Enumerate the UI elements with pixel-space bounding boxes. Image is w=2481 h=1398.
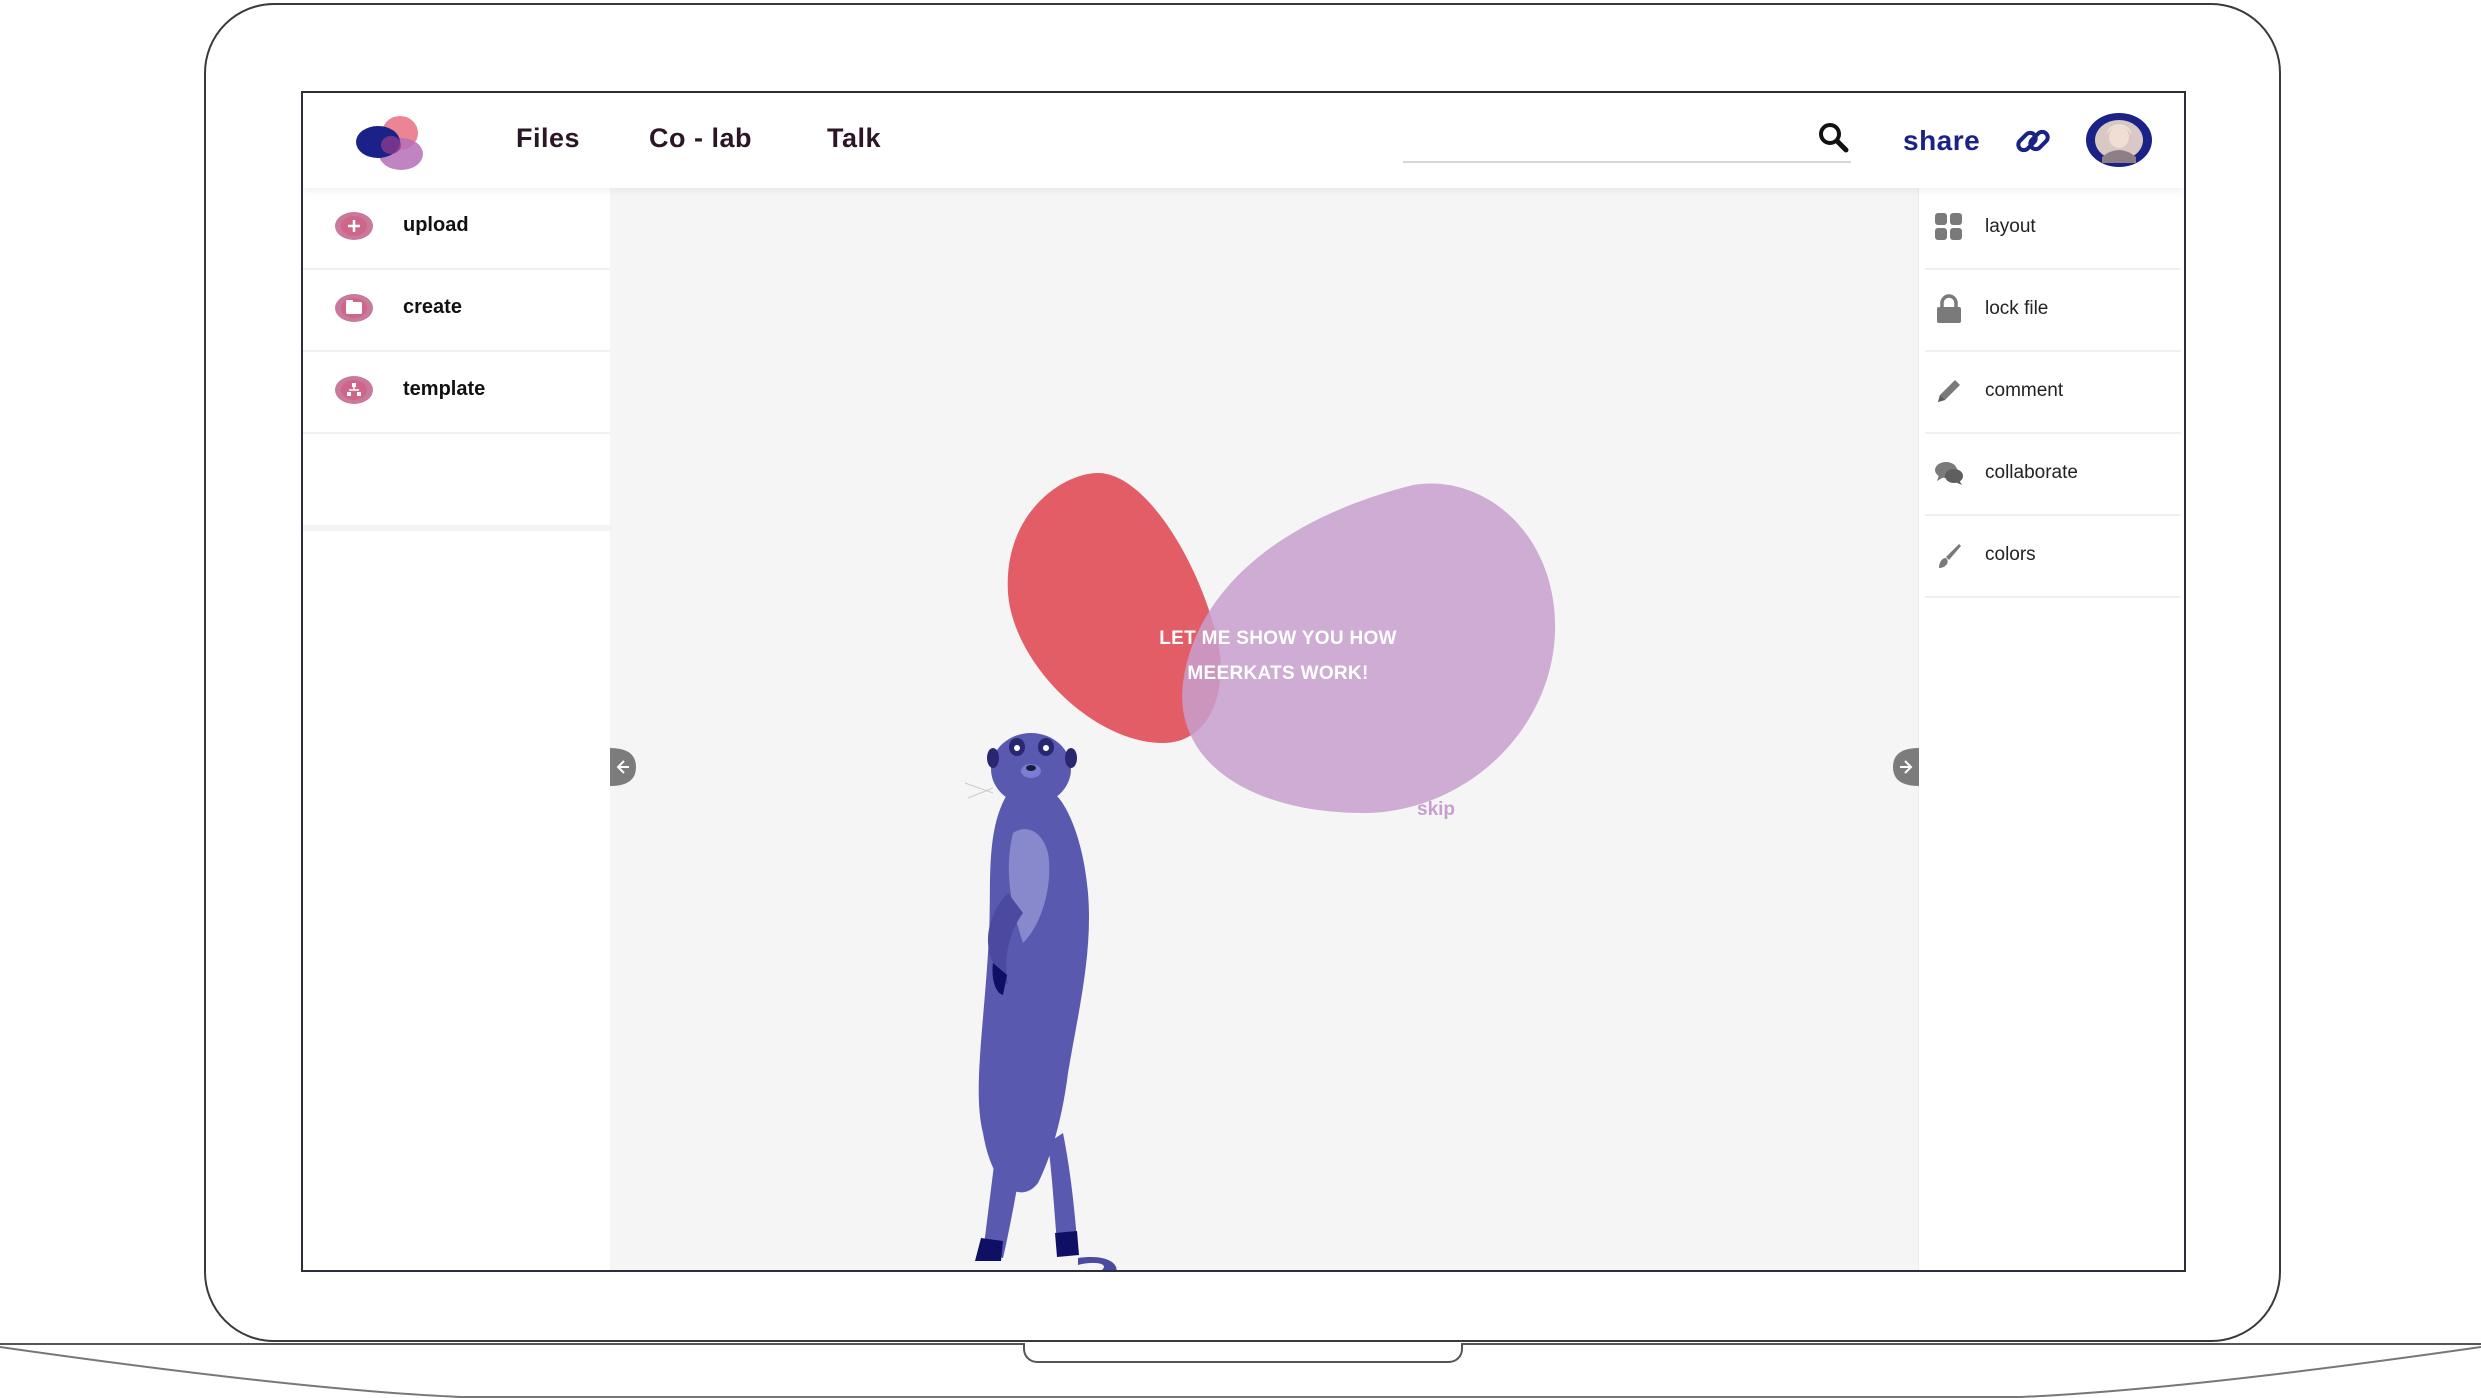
search-icon[interactable] xyxy=(1817,121,1849,153)
right-sidebar: layout lock file comment collaborate col… xyxy=(1918,188,2184,1270)
share-button[interactable]: share xyxy=(1903,125,1980,157)
left-sidebar: upload create template xyxy=(303,188,610,1270)
sidebar-item-upload[interactable]: upload xyxy=(303,188,610,270)
folder-icon xyxy=(335,294,373,322)
top-bar: Files Co - lab Talk share xyxy=(303,93,2184,188)
app-screen: Files Co - lab Talk share upload create … xyxy=(301,91,2186,1272)
grid-icon xyxy=(1935,213,1962,240)
sidebar-divider xyxy=(303,525,610,531)
tool-colors[interactable]: colors xyxy=(1925,516,2181,598)
nav-co-lab[interactable]: Co - lab xyxy=(649,123,752,154)
tool-comment[interactable]: comment xyxy=(1925,352,2181,434)
template-icon xyxy=(335,376,373,404)
link-icon[interactable] xyxy=(2013,121,2053,161)
nav-files[interactable]: Files xyxy=(516,123,580,154)
search-input[interactable] xyxy=(1403,117,1807,161)
sidebar-item-label: template xyxy=(403,378,486,400)
sidebar-item-label: create xyxy=(403,296,462,318)
sidebar-item-template[interactable]: template xyxy=(303,352,610,434)
sidebar-item-create[interactable]: create xyxy=(303,270,610,352)
avatar-photo-icon xyxy=(2095,120,2143,163)
onboarding-line-1: LET ME SHOW YOU HOW xyxy=(1159,628,1397,649)
onboarding-message: LET ME SHOW YOU HOW MEERKATS WORK! xyxy=(1103,621,1453,691)
tool-label: colors xyxy=(1985,544,2036,565)
user-avatar[interactable] xyxy=(2086,113,2152,167)
nav-talk[interactable]: Talk xyxy=(827,123,881,154)
paintbrush-icon xyxy=(1939,544,1961,568)
lock-icon xyxy=(1937,294,1961,323)
tool-label: comment xyxy=(1985,380,2064,401)
laptop-base-curve xyxy=(0,1346,2481,1398)
chat-bubbles-icon xyxy=(1935,462,1963,485)
pencil-icon xyxy=(1938,380,1960,402)
tool-label: collaborate xyxy=(1985,462,2078,483)
plus-icon xyxy=(335,212,373,240)
onboarding-line-2: MEERKATS WORK! xyxy=(1187,663,1369,684)
left-collapse-arrow-icon[interactable] xyxy=(610,748,636,786)
skip-link[interactable]: skip xyxy=(1417,799,1455,821)
search-bar xyxy=(1403,117,1851,163)
right-collapse-arrow-icon[interactable] xyxy=(1893,748,1919,786)
tool-label: layout xyxy=(1985,216,2036,237)
sidebar-item-label: upload xyxy=(403,214,469,236)
tool-layout[interactable]: layout xyxy=(1925,188,2181,270)
tool-collaborate[interactable]: collaborate xyxy=(1925,434,2181,516)
tool-lock-file[interactable]: lock file xyxy=(1925,270,2181,352)
meerkat-mascot-icon xyxy=(964,733,1117,1270)
tool-label: lock file xyxy=(1985,298,2049,319)
app-logo[interactable] xyxy=(353,111,428,173)
